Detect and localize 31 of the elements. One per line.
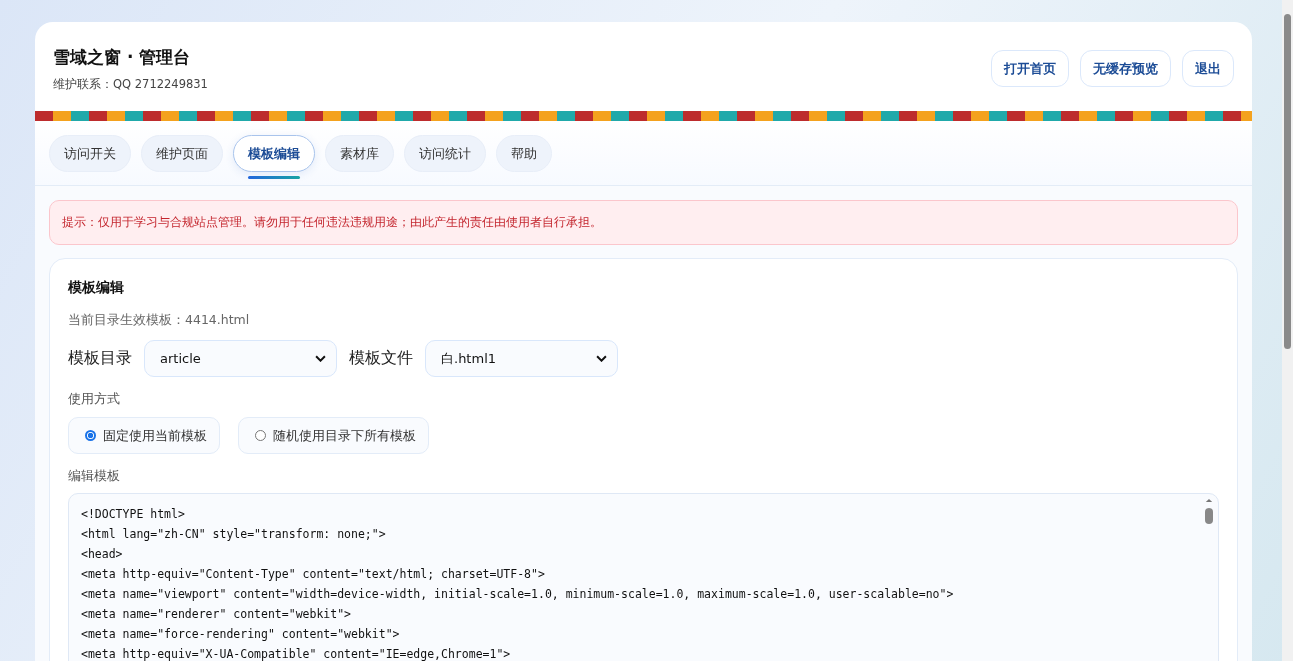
warning-notice: 提示：仅用于学习与合规站点管理。请勿用于任何违法违规用途；由此产生的责任由使用者自行承担。 (49, 200, 1238, 245)
nav-tab[interactable]: 维护页面 (141, 135, 223, 172)
header-button[interactable]: 无缓存预览 (1080, 50, 1171, 87)
header-button[interactable]: 退出 (1182, 50, 1234, 87)
app-title: 雪域之窗 · 管理台 (53, 45, 192, 69)
radio-label: 固定使用当前模板 (103, 426, 207, 445)
radio-option[interactable]: 随机使用目录下所有模板 (238, 417, 429, 454)
field-label: 模板文件 (349, 348, 413, 369)
nav-tab[interactable]: 模板编辑 (233, 135, 315, 172)
nav-tab[interactable]: 访问统计 (404, 135, 486, 172)
file-select[interactable]: 白.html1 (425, 340, 618, 377)
nav-tab[interactable]: 帮助 (496, 135, 552, 172)
editor-label: 编辑模板 (68, 468, 121, 485)
field-label: 模板目录 (68, 348, 132, 369)
radio-button[interactable] (255, 430, 266, 441)
section-title: 模板编辑 (68, 279, 125, 297)
usage-label: 使用方式 (68, 391, 121, 408)
code-editor[interactable]: <!DOCTYPE html> <html lang="zh-CN" style="transform: none;"> <head> <meta http-equiv="Content-Type" content="text/html; charset=UTF-8"> <meta name="viewport" content="width=device-width, initial-scale=1.0, minimum-scale=1.0, maximum-scale=1.0, user-scalable=no"> <meta name="renderer" content="webkit"> <meta name="force-rendering" content="webkit"> <meta http-equiv="X-UA-Compatible" content="IE=edge,Chrome=1"> (68, 493, 1219, 661)
radio-button[interactable] (85, 430, 96, 441)
nav-tab[interactable]: 访问开关 (49, 135, 131, 172)
directory-select[interactable]: article (144, 340, 337, 377)
radio-option[interactable]: 固定使用当前模板 (68, 417, 220, 454)
chevron-down-icon (596, 355, 607, 362)
scrollbar-icon (1204, 498, 1214, 524)
contact-text: 维护联系：QQ 2712249831 (53, 76, 208, 92)
radio-label: 随机使用目录下所有模板 (273, 426, 416, 445)
header-button[interactable]: 打开首页 (991, 50, 1069, 87)
nav-tab[interactable]: 素材库 (325, 135, 394, 172)
chevron-down-icon (315, 355, 326, 362)
active-tab-indicator (248, 176, 300, 179)
current-template-text: 当前目录生效模板：4414.html (68, 312, 251, 329)
